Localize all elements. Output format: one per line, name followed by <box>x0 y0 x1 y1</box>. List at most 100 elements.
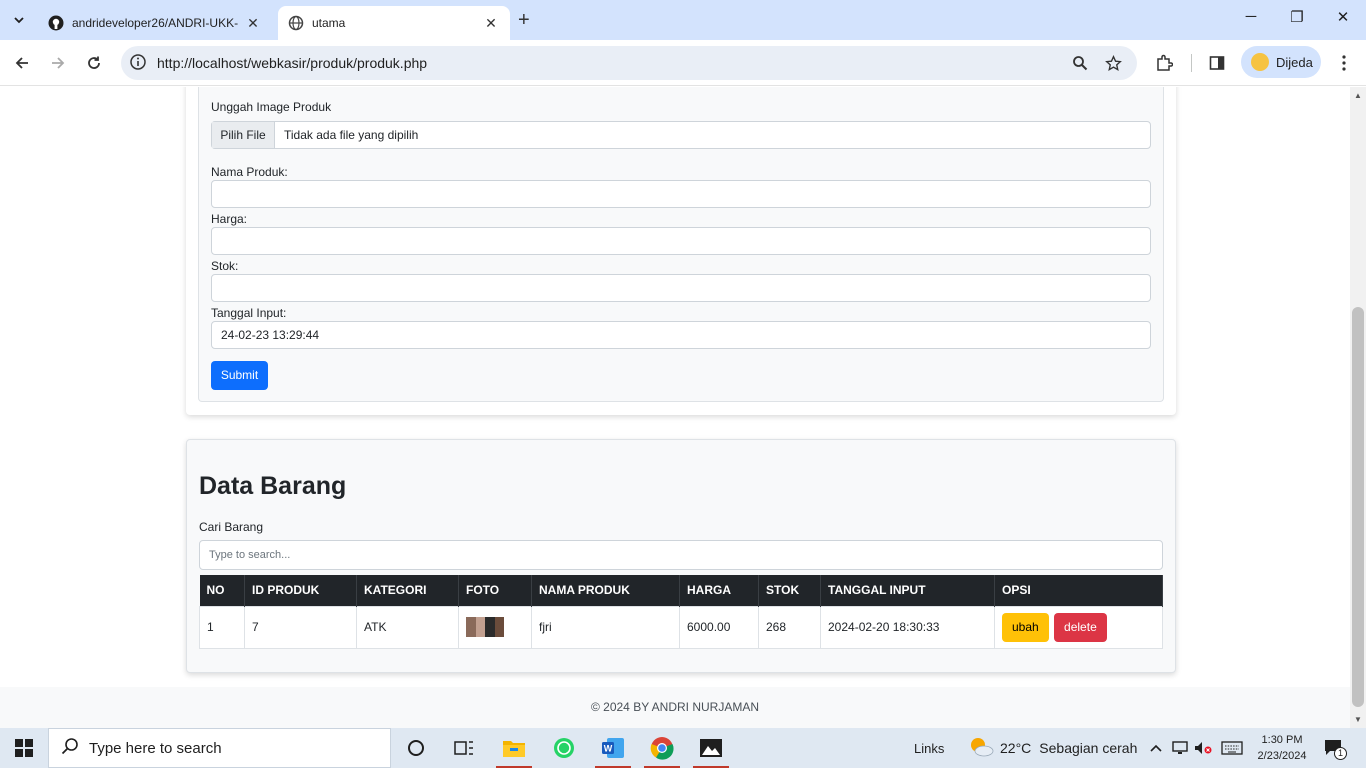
cortana-icon[interactable] <box>398 732 434 764</box>
taskbar-search-placeholder: Type here to search <box>89 739 222 757</box>
tanggal-input-label: Tanggal Input: <box>211 306 287 320</box>
search-icon <box>61 737 79 759</box>
product-thumbnail <box>466 617 504 637</box>
browser-toolbar: http://localhost/webkasir/produk/produk.… <box>0 40 1366 86</box>
notification-count: 1 <box>1334 747 1347 760</box>
page-viewport: Unggah Image Produk Pilih File Tidak ada… <box>0 87 1350 728</box>
github-icon <box>48 15 64 31</box>
ubah-button[interactable]: ubah <box>1002 612 1049 642</box>
whatsapp-icon[interactable] <box>546 732 582 764</box>
cell-foto <box>458 605 532 649</box>
show-hidden-icons-icon[interactable] <box>1150 728 1162 768</box>
tab-title: andrideveloper26/ANDRI-UKK- <box>72 16 239 30</box>
profile-button[interactable]: Dijeda <box>1241 46 1321 78</box>
tab-utama[interactable]: utama ✕ <box>278 6 510 40</box>
window-close-icon[interactable]: ✕ <box>1320 8 1366 26</box>
taskbar-clock[interactable]: 1:30 PM 2/23/2024 <box>1254 732 1310 764</box>
choose-file-button[interactable]: Pilih File <box>212 122 275 148</box>
harga-label: Harga: <box>211 212 248 226</box>
volume-muted-icon[interactable] <box>1194 728 1212 768</box>
search-input[interactable]: Type to search... <box>199 540 1163 570</box>
toolbar-divider <box>1191 54 1192 72</box>
scrollbar-thumb[interactable] <box>1352 307 1364 707</box>
section-title: Data Barang <box>199 472 347 500</box>
side-panel-icon[interactable] <box>1207 53 1227 73</box>
kebab-menu-icon[interactable] <box>1334 53 1354 73</box>
star-icon[interactable] <box>1104 54 1122 72</box>
profile-label: Dijeda <box>1276 54 1313 70</box>
upload-label: Unggah Image Produk <box>211 100 332 114</box>
globe-icon <box>288 15 304 31</box>
cell-kategori: ATK <box>356 605 459 649</box>
svg-text:W: W <box>604 744 613 754</box>
scroll-down-icon[interactable]: ▼ <box>1354 715 1362 724</box>
page-scrollbar[interactable]: ▲ ▼ <box>1350 87 1366 728</box>
address-bar[interactable]: http://localhost/webkasir/produk/produk.… <box>121 46 1137 80</box>
minimize-icon[interactable]: ─ <box>1228 8 1274 25</box>
windows-taskbar: Type here to search W Links 22°C Sebagia… <box>0 728 1366 768</box>
site-info-icon[interactable] <box>129 53 147 71</box>
form-card: Unggah Image Produk Pilih File Tidak ada… <box>186 87 1176 415</box>
chrome-icon[interactable] <box>644 732 680 768</box>
weather-widget[interactable]: 22°C Sebagian cerah <box>968 728 1137 768</box>
taskbar-search-input[interactable]: Type here to search <box>48 728 391 768</box>
new-tab-icon[interactable]: + <box>518 9 530 32</box>
column-header: HARGA <box>679 575 759 606</box>
restore-icon[interactable]: ❐ <box>1274 8 1320 26</box>
links-toolbar[interactable]: Links <box>914 728 944 768</box>
close-icon[interactable]: ✕ <box>244 15 262 32</box>
file-input[interactable]: Pilih File Tidak ada file yang dipilih <box>211 121 1151 149</box>
forward-icon[interactable] <box>46 51 70 75</box>
search-label: Cari Barang <box>199 520 264 534</box>
delete-button[interactable]: delete <box>1054 612 1107 642</box>
network-icon[interactable] <box>1172 728 1188 768</box>
weather-icon <box>968 736 994 761</box>
cell-opsi: ubah delete <box>994 605 1163 649</box>
stok-input[interactable] <box>211 274 1151 302</box>
clock-time: 1:30 PM <box>1261 734 1303 746</box>
windows-start-icon[interactable] <box>0 728 48 768</box>
tab-github[interactable]: andrideveloper26/ANDRI-UKK- ✕ <box>38 6 272 40</box>
weather-temp: 22°C <box>1000 740 1032 756</box>
word-icon[interactable]: W <box>595 732 631 768</box>
column-header: ID PRODUK <box>244 575 357 606</box>
clock-date: 2/23/2024 <box>1257 750 1307 762</box>
back-icon[interactable] <box>10 51 34 75</box>
nama-produk-label: Nama Produk: <box>211 165 288 179</box>
harga-input[interactable] <box>211 227 1151 255</box>
column-header: TANGGAL INPUT <box>820 575 995 606</box>
task-view-icon[interactable] <box>446 732 482 764</box>
column-header: OPSI <box>994 575 1163 606</box>
column-header: NAMA PRODUK <box>531 575 680 606</box>
tanggal-input-field[interactable]: 24-02-23 13:29:44 <box>211 321 1151 349</box>
file-explorer-icon[interactable] <box>496 732 532 768</box>
data-table: NO ID PRODUK KATEGORI FOTO NAMA PRODUK H… <box>199 575 1163 649</box>
column-header: NO <box>199 575 245 606</box>
nama-produk-input[interactable] <box>211 180 1151 208</box>
table-header-row: NO ID PRODUK KATEGORI FOTO NAMA PRODUK H… <box>199 575 1163 606</box>
scroll-up-icon[interactable]: ▲ <box>1354 91 1362 100</box>
close-icon[interactable]: ✕ <box>482 15 500 32</box>
notification-icon[interactable]: 1 <box>1324 728 1347 768</box>
zoom-icon[interactable] <box>1071 54 1089 72</box>
tab-search-button[interactable] <box>6 8 32 32</box>
cell-nama-produk: fjri <box>531 605 680 649</box>
keyboard-icon[interactable] <box>1221 728 1243 768</box>
weather-desc: Sebagian cerah <box>1039 740 1138 756</box>
page-footer: © 2024 BY ANDRI NURJAMAN <box>0 687 1350 728</box>
tab-title: utama <box>312 16 346 30</box>
cell-no: 1 <box>199 605 245 649</box>
stok-label: Stok: <box>211 259 239 273</box>
file-status: Tidak ada file yang dipilih <box>284 128 419 142</box>
avatar <box>1251 53 1269 71</box>
photos-icon[interactable] <box>693 732 729 768</box>
extensions-icon[interactable] <box>1154 53 1174 73</box>
cell-id-produk: 7 <box>244 605 357 649</box>
submit-button[interactable]: Submit <box>211 361 268 390</box>
column-header: STOK <box>758 575 821 606</box>
column-header: FOTO <box>458 575 532 606</box>
url-text: http://localhost/webkasir/produk/produk.… <box>157 55 428 71</box>
cell-tanggal-input: 2024-02-20 18:30:33 <box>820 605 995 649</box>
reload-icon[interactable] <box>82 51 106 75</box>
cell-stok: 268 <box>758 605 821 649</box>
